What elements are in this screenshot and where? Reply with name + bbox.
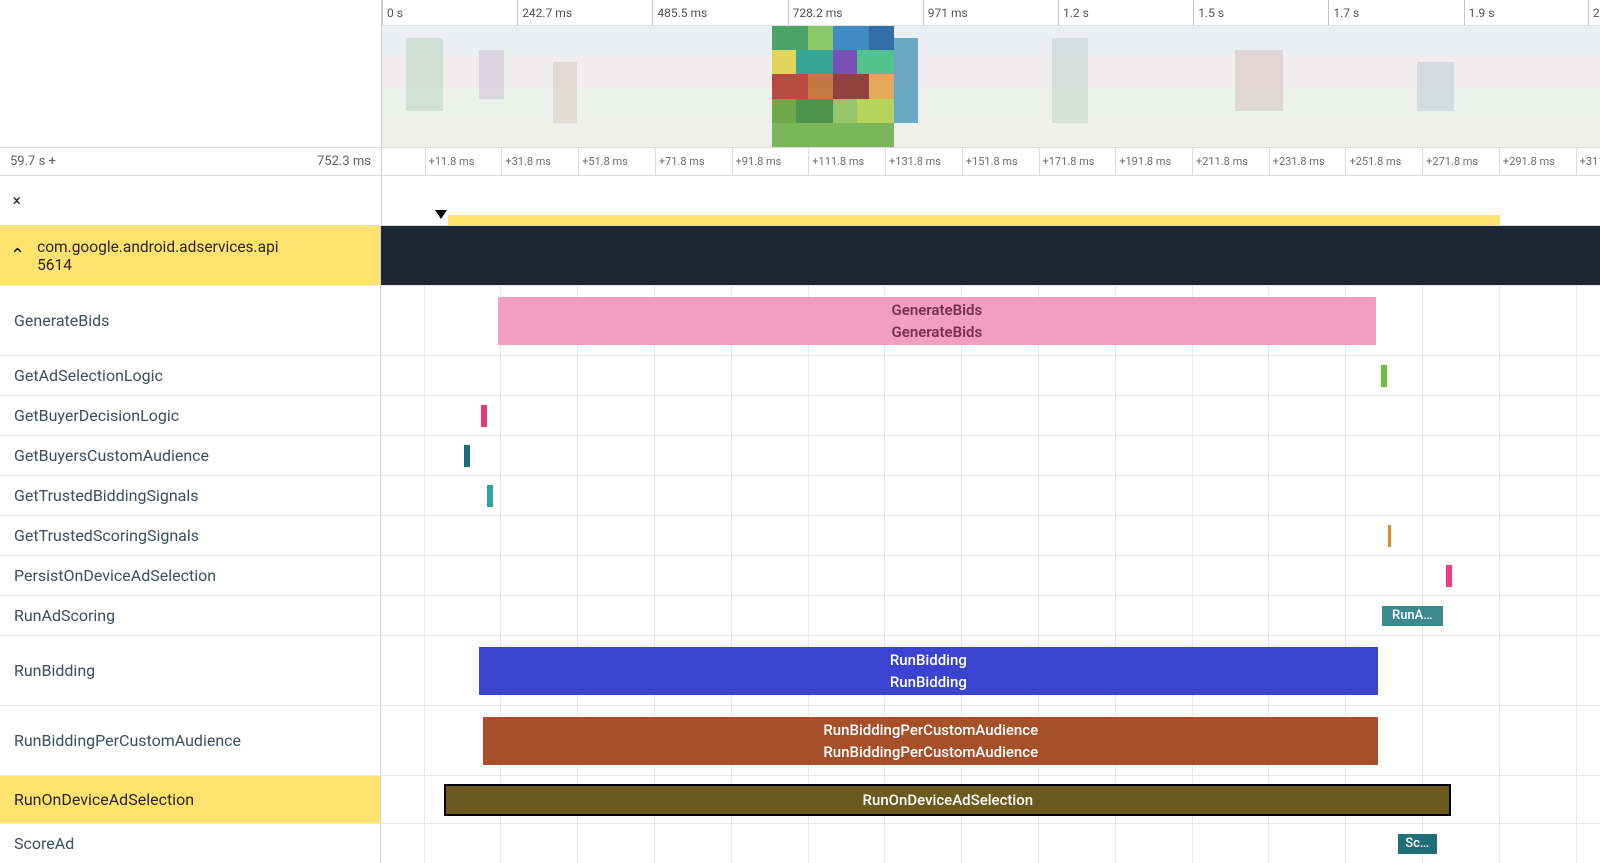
- process-name-block: com.google.android.adservices.api 5614: [37, 238, 278, 274]
- track-label: GenerateBids: [14, 311, 109, 330]
- slice-get-buyer-decision-logic[interactable]: [481, 405, 487, 427]
- track-persist-on-device-ad-selection[interactable]: PersistOnDeviceAdSelection: [0, 556, 1600, 596]
- track-get-ad-selection-logic[interactable]: GetAdSelectionLogic: [0, 356, 1600, 396]
- slice-label: RunBidding: [890, 671, 967, 693]
- detail-tick: +271.8 ms: [1422, 148, 1478, 175]
- chevron-up-icon[interactable]: ⌃: [10, 201, 381, 212]
- track-get-buyer-decision-logic[interactable]: GetBuyerDecisionLogic: [0, 396, 1600, 436]
- playhead-marker-icon[interactable]: [435, 210, 447, 219]
- track-label: ScoreAd: [14, 834, 74, 853]
- track-label: GetTrustedScoringSignals: [14, 526, 199, 545]
- slice-persist-on-device-ad-selection[interactable]: [1446, 565, 1452, 587]
- perfetto-trace-viewer: 0 s 242.7 ms 485.5 ms 728.2 ms 971 ms 1.…: [0, 0, 1600, 863]
- overview-tick: 1.2 s: [1058, 0, 1089, 25]
- track-label: GetBuyerDecisionLogic: [14, 406, 179, 425]
- slice-generate-bids[interactable]: GenerateBids GenerateBids: [498, 297, 1376, 345]
- detail-ruler-row: 59.7 s + 752.3 ms +11.8 ms +31.8 ms +51.…: [0, 148, 1600, 176]
- detail-tick: +231.8 ms: [1269, 148, 1325, 175]
- detail-time-start: 59.7 s +: [10, 154, 56, 169]
- detail-tick: +131.8 ms: [885, 148, 941, 175]
- track-generate-bids[interactable]: GenerateBids GenerateBids GenerateBids: [0, 286, 1600, 356]
- track-run-bidding[interactable]: RunBidding RunBidding RunBidding: [0, 636, 1600, 706]
- slice-label: RunA…: [1392, 606, 1432, 626]
- overview-tick: 1.5 s: [1193, 0, 1224, 25]
- overview-ruler[interactable]: 0 s 242.7 ms 485.5 ms 728.2 ms 971 ms 1.…: [382, 0, 1600, 26]
- overview-tick: 242.7 ms: [517, 0, 572, 25]
- detail-tick: +111.8 ms: [808, 148, 864, 175]
- chevron-down-icon[interactable]: ⌄: [10, 190, 381, 201]
- track-label: RunAdScoring: [14, 606, 115, 625]
- slice-label: GenerateBids: [892, 299, 983, 321]
- process-header-lane: [381, 226, 1600, 285]
- slice-run-on-device-ad-selection[interactable]: RunOnDeviceAdSelection: [444, 784, 1451, 816]
- overview-minimap[interactable]: [382, 26, 1600, 147]
- overview-tick: 728.2 ms: [788, 0, 843, 25]
- process-header-label[interactable]: ⌃ com.google.android.adservices.api 5614: [0, 226, 381, 285]
- overview-tick: 485.5 ms: [652, 0, 707, 25]
- process-pid: 5614: [37, 256, 278, 274]
- detail-time-end: 752.3 ms: [317, 154, 371, 169]
- detail-tick: +311.8 ms: [1576, 148, 1600, 175]
- track-label: RunBiddingPerCustomAudience: [14, 731, 241, 750]
- track-label: RunBidding: [14, 661, 95, 680]
- slice-run-ad-scoring[interactable]: RunA…: [1382, 606, 1443, 626]
- slice-label: RunBiddingPerCustomAudience: [823, 741, 1038, 763]
- chevron-up-icon[interactable]: ⌃: [10, 245, 25, 266]
- slice-get-ad-selection-logic[interactable]: [1381, 365, 1387, 387]
- track-get-trusted-scoring-signals[interactable]: GetTrustedScoringSignals: [0, 516, 1600, 556]
- controls-row: ⌄ ⌃: [0, 176, 1600, 226]
- tracks-panel: ⌃ com.google.android.adservices.api 5614…: [0, 226, 1600, 863]
- process-header-row[interactable]: ⌃ com.google.android.adservices.api 5614: [0, 226, 1600, 286]
- track-get-buyers-custom-audience[interactable]: GetBuyersCustomAudience: [0, 436, 1600, 476]
- detail-tick: +31.8 ms: [501, 148, 551, 175]
- detail-tick: +11.8 ms: [425, 148, 475, 175]
- overview-left-gutter: [0, 0, 381, 147]
- overview-row: 0 s 242.7 ms 485.5 ms 728.2 ms 971 ms 1.…: [0, 0, 1600, 148]
- detail-tick: +251.8 ms: [1345, 148, 1401, 175]
- overview-tick: 971 ms: [923, 0, 968, 25]
- detail-tick: +91.8 ms: [732, 148, 782, 175]
- slice-label: GenerateBids: [892, 321, 983, 343]
- overview-tick: 2.2 s: [1588, 0, 1600, 25]
- slice-run-bidding-per-custom-audience[interactable]: RunBiddingPerCustomAudience RunBiddingPe…: [483, 717, 1378, 765]
- track-label: PersistOnDeviceAdSelection: [14, 566, 216, 585]
- detail-tick: +71.8 ms: [655, 148, 705, 175]
- track-collapse-controls: ⌄ ⌃: [0, 176, 381, 225]
- slice-score-ad[interactable]: Sc…: [1398, 834, 1437, 854]
- track-label: GetTrustedBiddingSignals: [14, 486, 199, 505]
- process-name: com.google.android.adservices.api: [37, 238, 278, 256]
- slice-get-buyers-custom-audience[interactable]: [464, 445, 470, 467]
- detail-tick: +151.8 ms: [962, 148, 1018, 175]
- track-run-ad-scoring[interactable]: RunAdScoring RunA…: [0, 596, 1600, 636]
- detail-ruler[interactable]: +11.8 ms +31.8 ms +51.8 ms +71.8 ms +91.…: [381, 148, 1600, 175]
- slice-label: Sc…: [1405, 834, 1429, 854]
- selection-bar[interactable]: [448, 215, 1500, 225]
- slice-get-trusted-scoring-signals[interactable]: [1388, 525, 1391, 547]
- slice-run-bidding[interactable]: RunBidding RunBidding: [479, 647, 1379, 695]
- overview-panel[interactable]: 0 s 242.7 ms 485.5 ms 728.2 ms 971 ms 1.…: [381, 0, 1600, 147]
- overview-tick: 0 s: [382, 0, 403, 25]
- slice-label: RunOnDeviceAdSelection: [863, 789, 1034, 811]
- slice-get-trusted-bidding-signals[interactable]: [487, 485, 493, 507]
- detail-tick: +211.8 ms: [1192, 148, 1248, 175]
- detail-tick: +51.8 ms: [578, 148, 628, 175]
- track-label: GetAdSelectionLogic: [14, 366, 163, 385]
- track-score-ad[interactable]: ScoreAd Sc…: [0, 824, 1600, 863]
- track-label: RunOnDeviceAdSelection: [14, 790, 194, 809]
- detail-ruler-left: 59.7 s + 752.3 ms: [0, 148, 381, 175]
- track-run-bidding-per-custom-audience[interactable]: RunBiddingPerCustomAudience RunBiddingPe…: [0, 706, 1600, 776]
- timeline-selection-area[interactable]: [381, 176, 1600, 225]
- track-run-on-device-ad-selection[interactable]: RunOnDeviceAdSelection RunOnDeviceAdSele…: [0, 776, 1600, 824]
- track-label: GetBuyersCustomAudience: [14, 446, 209, 465]
- detail-tick: +291.8 ms: [1499, 148, 1555, 175]
- slice-label: RunBiddingPerCustomAudience: [823, 719, 1038, 741]
- slice-label: RunBidding: [890, 649, 967, 671]
- detail-tick: +171.8 ms: [1039, 148, 1095, 175]
- detail-tick: +191.8 ms: [1115, 148, 1171, 175]
- track-get-trusted-bidding-signals[interactable]: GetTrustedBiddingSignals: [0, 476, 1600, 516]
- overview-tick: 1.9 s: [1464, 0, 1495, 25]
- overview-tick: 1.7 s: [1328, 0, 1359, 25]
